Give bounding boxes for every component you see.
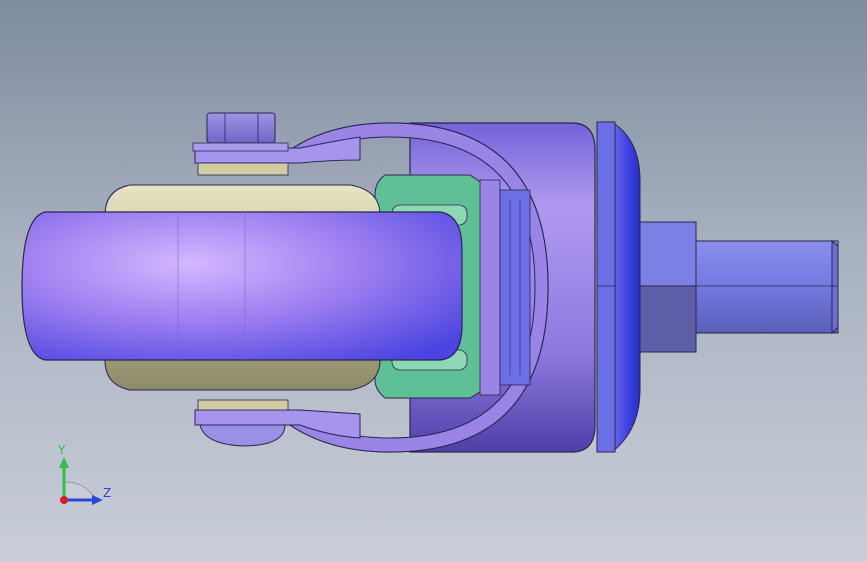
y-axis-arrow-icon (59, 457, 69, 468)
z-axis-arrow-icon (92, 495, 103, 505)
z-axis-label: Z (103, 486, 111, 500)
y-axis-label: Y (57, 443, 66, 457)
axle-nut (192, 112, 289, 176)
wheel (21, 211, 463, 361)
mounting-plate (596, 121, 641, 454)
cad-viewport[interactable]: Y Z (0, 0, 867, 562)
stem (631, 221, 839, 353)
axis-triad: Y Z (57, 443, 111, 505)
caster-model: Y Z (21, 112, 839, 505)
x-axis-point-icon (60, 496, 68, 504)
